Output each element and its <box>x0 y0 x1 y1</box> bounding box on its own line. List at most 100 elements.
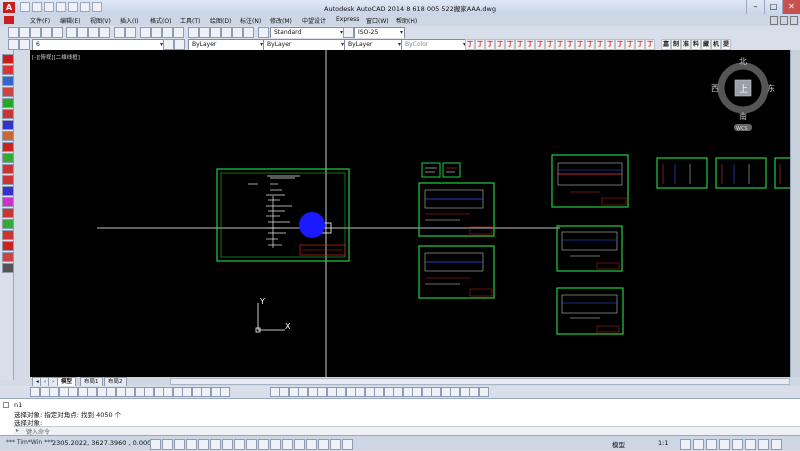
modify-tool-icon[interactable] <box>393 387 403 397</box>
modify-tool-icon[interactable] <box>163 387 173 397</box>
modify-tool-icon[interactable] <box>450 387 460 397</box>
command-close-icon[interactable] <box>3 402 9 408</box>
dim-style-icon[interactable] <box>343 27 354 38</box>
status-tray-button[interactable] <box>745 439 756 450</box>
preview-icon[interactable] <box>52 27 63 38</box>
layer-state-icon[interactable] <box>19 39 30 50</box>
custom-tool-button[interactable]: 丁 <box>595 39 605 50</box>
redo-toolbar-icon[interactable] <box>125 27 136 38</box>
custom-tool-button[interactable]: 丁 <box>615 39 625 50</box>
match-properties-icon[interactable] <box>99 27 110 38</box>
minimize-button[interactable]: – <box>746 0 764 14</box>
custom-tool-button[interactable]: 丁 <box>585 39 595 50</box>
draw-tool-icon[interactable] <box>2 76 14 86</box>
menu-edit[interactable]: 编辑(E) <box>60 16 80 25</box>
custom-tool-button[interactable]: 丁 <box>625 39 635 50</box>
layer-previous-icon[interactable] <box>174 39 185 50</box>
draw-tool-icon[interactable] <box>2 142 14 152</box>
undo-toolbar-icon[interactable] <box>114 27 125 38</box>
draw-tool-icon[interactable] <box>2 54 14 64</box>
pan-icon[interactable] <box>140 27 151 38</box>
zoom-previous-icon[interactable] <box>173 27 184 38</box>
modify-tool-icon[interactable] <box>201 387 211 397</box>
modify-tool-icon[interactable] <box>144 387 154 397</box>
cut-icon[interactable] <box>66 27 77 38</box>
status-toggle-button[interactable] <box>210 439 221 450</box>
open-file-icon[interactable] <box>19 27 30 38</box>
doc-restore-button[interactable] <box>780 16 788 25</box>
status-toggle-button[interactable] <box>342 439 353 450</box>
status-tray-button[interactable] <box>693 439 704 450</box>
custom-tool-button[interactable]: 丁 <box>605 39 615 50</box>
quickcalc-icon[interactable] <box>243 27 254 38</box>
doc-minimize-button[interactable] <box>770 16 778 25</box>
autocad-app-icon[interactable]: A <box>3 2 15 13</box>
menu-draw[interactable]: 绘图(D) <box>210 16 231 25</box>
modify-tool-icon[interactable] <box>307 387 318 397</box>
new-file-icon[interactable] <box>8 27 19 38</box>
modify-tool-icon[interactable] <box>336 387 346 397</box>
plot-icon[interactable] <box>68 2 78 12</box>
modify-tool-icon[interactable] <box>68 387 78 397</box>
menu-modify[interactable]: 修改(M) <box>270 16 292 25</box>
zoom-realtime-icon[interactable] <box>151 27 162 38</box>
status-tray-button[interactable] <box>706 439 717 450</box>
modify-tool-icon[interactable] <box>39 387 50 397</box>
modify-tool-icon[interactable] <box>134 387 145 397</box>
draw-tool-icon[interactable] <box>2 197 14 207</box>
modify-tool-icon[interactable] <box>210 387 221 397</box>
draw-tool-icon[interactable] <box>2 175 14 185</box>
custom-text-tool-button[interactable]: 藏 <box>701 39 711 50</box>
menu-zw-design[interactable]: 中望设计 <box>302 16 326 25</box>
zoom-window-icon[interactable] <box>162 27 173 38</box>
status-toggle-button[interactable] <box>246 439 257 450</box>
status-toggle-button[interactable] <box>234 439 245 450</box>
modify-tool-icon[interactable] <box>374 387 384 397</box>
status-tray-button[interactable] <box>719 439 730 450</box>
copy-icon[interactable] <box>77 27 88 38</box>
modify-tool-icon[interactable] <box>77 387 88 397</box>
menu-express[interactable]: Express <box>336 16 359 23</box>
menu-file[interactable]: 文件(F) <box>30 16 50 25</box>
new-icon[interactable] <box>20 2 30 12</box>
custom-tool-button[interactable]: 丁 <box>545 39 555 50</box>
doc-close-button[interactable] <box>790 16 798 25</box>
properties-icon[interactable] <box>188 27 199 38</box>
custom-text-tool-button[interactable]: 料 <box>691 39 701 50</box>
status-toggle-button[interactable] <box>186 439 197 450</box>
print-icon[interactable] <box>41 27 52 38</box>
modify-tool-icon[interactable] <box>49 387 59 397</box>
modify-tool-icon[interactable] <box>402 387 413 397</box>
markup-icon[interactable] <box>232 27 243 38</box>
custom-tool-button[interactable]: 丁 <box>495 39 505 50</box>
draw-tool-icon[interactable] <box>2 153 14 163</box>
modify-tool-icon[interactable] <box>326 387 337 397</box>
modify-tool-icon[interactable] <box>317 387 327 397</box>
modify-tool-icon[interactable] <box>191 387 202 397</box>
status-toggle-button[interactable] <box>174 439 185 450</box>
menu-view[interactable]: 视图(V) <box>90 16 111 25</box>
custom-tool-button[interactable]: 丁 <box>565 39 575 50</box>
menu-app-icon[interactable] <box>4 16 14 24</box>
modify-tool-icon[interactable] <box>478 387 489 397</box>
status-toggle-button[interactable] <box>318 439 329 450</box>
custom-text-tool-button[interactable]: 准 <box>681 39 691 50</box>
redo-icon[interactable] <box>92 2 102 12</box>
save-icon[interactable] <box>44 2 54 12</box>
custom-text-tool-button[interactable]: 制 <box>671 39 681 50</box>
modify-tool-icon[interactable] <box>412 387 422 397</box>
open-icon[interactable] <box>32 2 42 12</box>
modify-tool-icon[interactable] <box>106 387 116 397</box>
model-space-button[interactable]: 模型 <box>612 439 625 449</box>
draw-tool-icon[interactable] <box>2 252 14 262</box>
status-tray-button[interactable] <box>680 439 691 450</box>
modify-tool-icon[interactable] <box>58 387 69 397</box>
status-toggle-button[interactable] <box>150 439 161 450</box>
modify-tool-icon[interactable] <box>440 387 451 397</box>
status-tray-button[interactable] <box>758 439 769 450</box>
modify-tool-icon[interactable] <box>383 387 394 397</box>
save-as-icon[interactable] <box>56 2 66 12</box>
status-toggle-button[interactable] <box>162 439 173 450</box>
draw-tool-icon[interactable] <box>2 164 14 174</box>
modify-tool-icon[interactable] <box>469 387 479 397</box>
